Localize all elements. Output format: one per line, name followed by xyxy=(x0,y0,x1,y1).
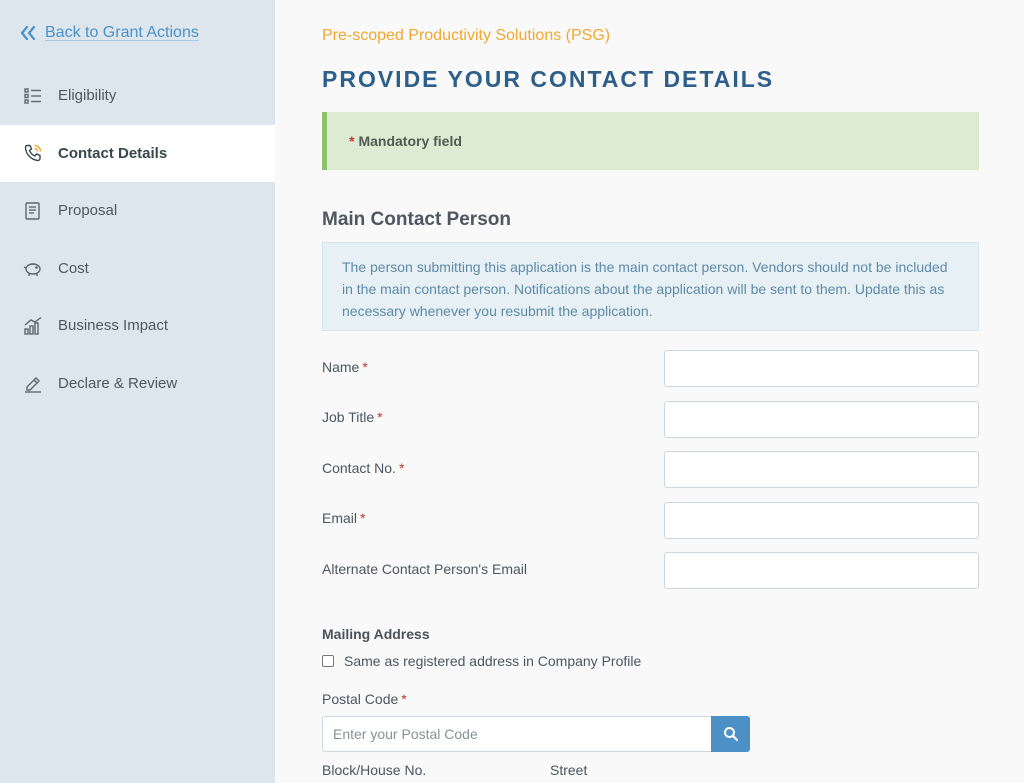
list-icon xyxy=(22,85,44,107)
sidebar-nav: Eligibility Contact Details Proposal Cos… xyxy=(0,67,275,412)
double-chevron-left-icon xyxy=(20,25,36,41)
back-link-label: Back to Grant Actions xyxy=(45,24,199,41)
postal-code-label: Postal Code * xyxy=(322,691,407,707)
main-contact-title: Main Contact Person xyxy=(322,209,511,230)
required-star: * xyxy=(401,691,407,707)
same-address-label: Same as registered address in Company Pr… xyxy=(344,653,642,669)
required-star: * xyxy=(398,460,405,476)
phone-icon xyxy=(22,142,44,164)
job-title-label: Job Title * xyxy=(322,409,383,425)
sidebar: Back to Grant Actions Eligibility Contac… xyxy=(0,0,275,783)
name-field[interactable] xyxy=(664,350,979,387)
contact-no-label: Contact No. * xyxy=(322,460,405,476)
pen-icon xyxy=(22,372,44,394)
sidebar-item-business-impact[interactable]: Business Impact xyxy=(0,297,275,355)
required-star: * xyxy=(360,510,366,526)
page-title: PROVIDE YOUR CONTACT DETAILS xyxy=(322,66,775,92)
alternate-email-field[interactable] xyxy=(664,552,979,589)
required-star: * xyxy=(362,359,368,375)
alternate-email-label: Alternate Contact Person's Email xyxy=(322,561,527,577)
sidebar-item-label: Business Impact xyxy=(58,317,169,335)
name-label: Name * xyxy=(322,359,368,375)
sidebar-item-label: Eligibility xyxy=(58,87,117,105)
bar-chart-icon xyxy=(22,315,44,337)
sidebar-item-label: Contact Details xyxy=(58,144,168,162)
sidebar-item-contact-details[interactable]: Contact Details xyxy=(0,124,275,182)
search-icon xyxy=(723,727,738,742)
sidebar-item-declare-review[interactable]: Declare & Review xyxy=(0,355,275,413)
document-icon xyxy=(22,200,44,222)
required-star: * xyxy=(377,409,383,425)
same-address-checkbox[interactable] xyxy=(322,655,334,667)
postal-search-button[interactable] xyxy=(711,716,750,752)
mandatory-note: * Mandatory field xyxy=(322,112,979,170)
program-name: Pre-scoped Productivity Solutions (PSG) xyxy=(322,27,611,44)
sidebar-item-label: Cost xyxy=(58,259,89,277)
back-to-grant-actions-link[interactable]: Back to Grant Actions xyxy=(20,22,199,44)
sidebar-item-label: Declare & Review xyxy=(58,374,178,392)
contact-no-field[interactable] xyxy=(664,451,979,488)
postal-code-input[interactable] xyxy=(322,716,711,752)
main-contact-info: The person submitting this application i… xyxy=(322,242,979,331)
sidebar-item-label: Proposal xyxy=(58,202,118,220)
block-house-label: Block/House No. xyxy=(322,762,427,778)
job-title-field[interactable] xyxy=(664,401,979,438)
piggy-bank-icon xyxy=(22,257,44,279)
sidebar-item-cost[interactable]: Cost xyxy=(0,240,275,298)
sidebar-item-eligibility[interactable]: Eligibility xyxy=(0,67,275,125)
mandatory-note-text: Mandatory field xyxy=(358,133,462,149)
street-label: Street xyxy=(550,762,588,778)
required-star: * xyxy=(349,133,355,149)
email-field[interactable] xyxy=(664,502,979,539)
mailing-address-title: Mailing Address xyxy=(322,626,430,642)
sidebar-item-proposal[interactable]: Proposal xyxy=(0,182,275,240)
same-address-option: Same as registered address in Company Pr… xyxy=(322,653,641,669)
email-label: Email * xyxy=(322,510,366,526)
